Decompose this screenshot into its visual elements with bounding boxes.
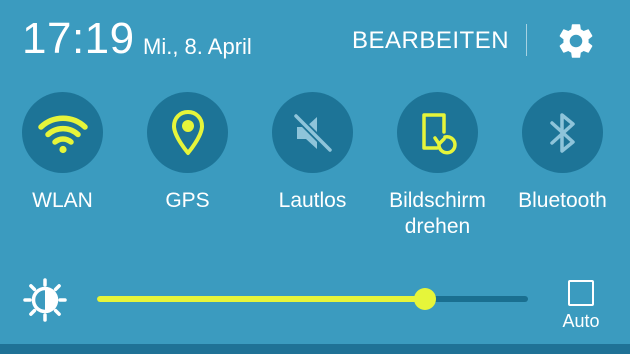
mute-icon [293,113,332,152]
tile-bildschirm-drehen-label-line2: drehen [404,215,471,238]
tile-lautlos[interactable]: Lautlos [250,92,375,252]
location-pin-icon [171,109,204,155]
tile-bildschirm-drehen-label: Bildschirm drehen [375,188,500,240]
wifi-icon [37,115,88,153]
tile-lautlos-circle [272,92,353,173]
brightness-control: Auto [0,270,630,331]
tile-lautlos-label: Lautlos [278,189,347,212]
screen-rotation-icon [421,112,457,154]
auto-brightness-checkbox[interactable] [568,280,594,306]
tile-wlan-label: WLAN [32,189,93,212]
bluetooth-icon [549,112,575,153]
panel-bottom-edge [0,344,630,354]
tile-bildschirm-drehen[interactable]: Bildschirm drehen [375,92,500,252]
clock: 17:19 [22,14,135,63]
tile-bildschirm-drehen-circle [397,92,478,173]
brightness-slider[interactable] [97,288,528,310]
auto-brightness-toggle[interactable]: Auto [556,278,606,338]
auto-brightness-label: Auto [562,311,600,331]
tile-wlan[interactable]: WLAN [0,92,125,252]
tile-bluetooth-label: Bluetooth [518,189,607,212]
tile-wlan-circle [22,92,103,173]
brightness-slider-fill [97,296,425,302]
tile-gps-circle [147,92,228,173]
tile-gps[interactable]: GPS [125,92,250,252]
tile-gps-label: GPS [165,189,210,212]
date-label: Mi., 8. April [143,34,252,59]
tile-bildschirm-drehen-label-line1: Bildschirm [389,189,486,212]
notification-header: 17:19 Mi., 8. April BEARBEITEN [0,0,630,80]
brightness-slider-thumb[interactable] [414,288,436,310]
tile-bluetooth[interactable]: Bluetooth [500,92,625,252]
brightness-sun-icon [23,278,67,322]
gear-icon[interactable] [555,20,597,62]
tile-bluetooth-circle [522,92,603,173]
header-divider [526,24,527,56]
edit-button[interactable]: BEARBEITEN [352,26,509,56]
quick-settings-tiles: WLAN GPS Lautlos Bildschirm drehen Bluet… [0,92,630,252]
